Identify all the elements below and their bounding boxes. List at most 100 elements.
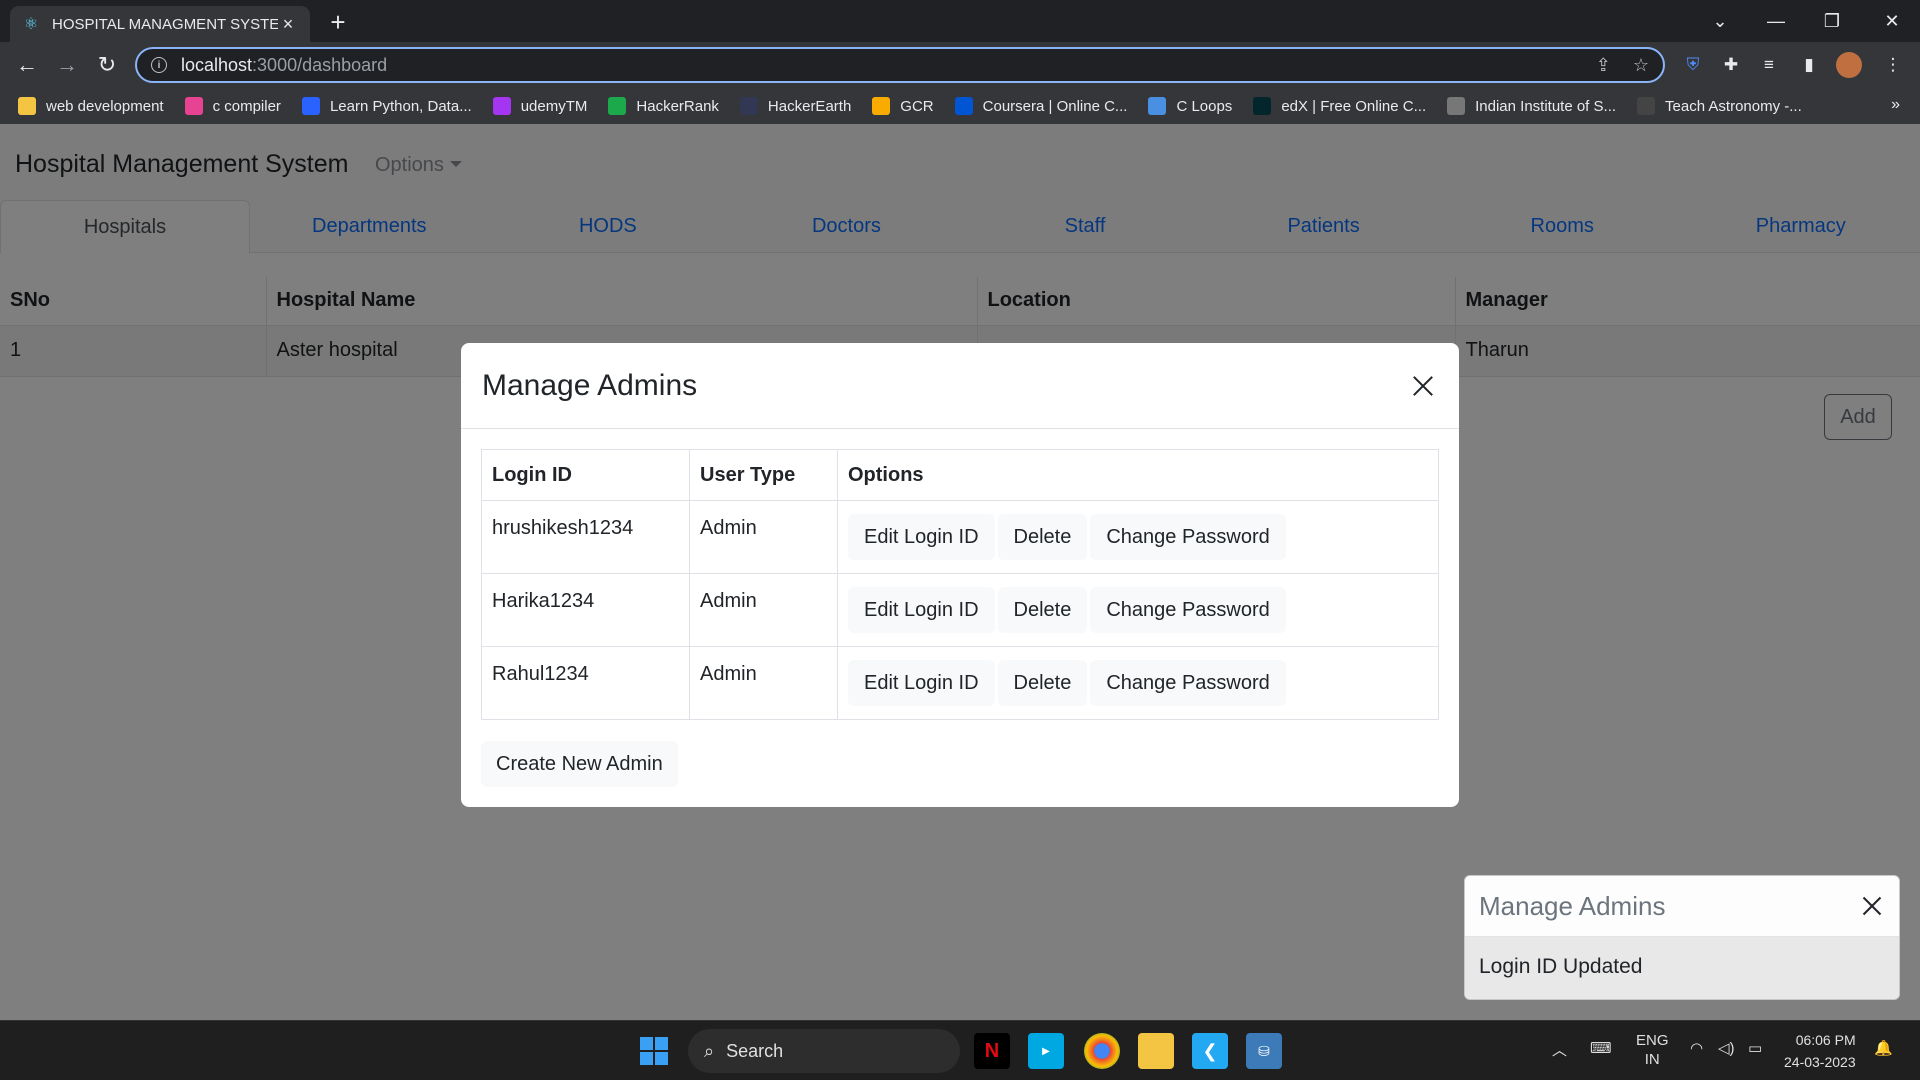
change-password-button[interactable]: Change Password	[1090, 514, 1286, 560]
bookmark-item[interactable]: udemyTM	[492, 97, 587, 115]
taskbar-search[interactable]: ⌕ Search	[688, 1029, 960, 1073]
toast-notification: Manage Admins Login ID Updated	[1464, 875, 1900, 1000]
delete-button[interactable]: Delete	[997, 660, 1088, 706]
bookmark-label: Indian Institute of S...	[1475, 97, 1617, 115]
windows-start-icon[interactable]	[640, 1037, 668, 1065]
toast-message: Login ID Updated	[1465, 937, 1899, 999]
reload-icon[interactable]: ↻	[92, 50, 122, 80]
page-content: Hospital Management System Options Hospi…	[0, 124, 1920, 1020]
browser-toolbar: ← → ↻ i localhost:3000/dashboard ⇪ ☆ ⛨ ✚…	[0, 42, 1920, 88]
tab-title: HOSPITAL MANAGMENT SYSTEM	[52, 15, 278, 33]
bookmark-item[interactable]: HackerEarth	[739, 97, 852, 115]
taskbar-search-label: Search	[726, 1040, 784, 1061]
delete-button[interactable]: Delete	[997, 514, 1088, 560]
toast-close-icon[interactable]	[1859, 893, 1885, 919]
bookmark-item[interactable]: edX | Free Online C...	[1253, 97, 1426, 115]
k-icon	[301, 97, 320, 115]
tab-close-icon[interactable]: ×	[278, 14, 298, 35]
menu-kebab-icon[interactable]: ⋮	[1880, 52, 1906, 78]
edit-login-id-button[interactable]: Edit Login ID	[848, 587, 995, 633]
hackerrank-icon	[608, 97, 627, 115]
side-panel-icon[interactable]: ▮	[1796, 52, 1822, 78]
bookmark-item[interactable]: web development	[18, 97, 164, 115]
user-type-cell: Admin	[689, 500, 838, 574]
ta-icon	[1637, 97, 1656, 115]
bookmark-item[interactable]: HackerRank	[608, 97, 719, 115]
bookmark-label: Coursera | Online C...	[982, 97, 1128, 115]
netflix-icon[interactable]: N	[974, 1033, 1010, 1069]
lang-bottom: IN	[1644, 1051, 1660, 1068]
share-icon[interactable]: ⇪	[1596, 55, 1611, 76]
media-queue-icon[interactable]: ≡	[1756, 52, 1782, 78]
user-type-cell: Admin	[689, 573, 838, 647]
toast-header: Manage Admins	[1465, 876, 1899, 937]
clock-date: 24-03-2023	[1784, 1054, 1856, 1070]
battery-icon[interactable]: ▭	[1748, 1039, 1762, 1057]
bookmark-item[interactable]: Learn Python, Data...	[301, 97, 472, 115]
tray-chevron-icon[interactable]: ︿	[1552, 1039, 1567, 1060]
close-window-button[interactable]: ✕	[1864, 0, 1920, 42]
create-new-admin-button[interactable]: Create New Admin	[481, 741, 678, 787]
login-id-cell: hrushikesh1234	[481, 500, 690, 574]
options-cell: Edit Login ID Delete Change Password	[837, 573, 1439, 647]
bookmark-label: GCR	[900, 97, 934, 115]
volume-icon[interactable]: ◁)	[1718, 1039, 1735, 1057]
clock-time: 06:06 PM	[1795, 1032, 1856, 1048]
profile-avatar-icon[interactable]	[1836, 52, 1862, 78]
chrome-icon[interactable]	[1084, 1033, 1120, 1069]
options-cell: Edit Login ID Delete Change Password	[837, 646, 1439, 720]
change-password-button[interactable]: Change Password	[1090, 587, 1286, 633]
vscode-icon[interactable]: ❮	[1192, 1033, 1228, 1069]
change-password-button[interactable]: Change Password	[1090, 660, 1286, 706]
wifi-icon[interactable]: ◠	[1690, 1039, 1703, 1057]
minimize-button[interactable]: —	[1748, 0, 1804, 42]
edit-login-id-button[interactable]: Edit Login ID	[848, 514, 995, 560]
forward-icon[interactable]: →	[52, 50, 82, 80]
bookmark-star-icon[interactable]: ☆	[1633, 55, 1649, 76]
bookmark-item[interactable]: Indian Institute of S...	[1447, 97, 1616, 115]
udemy-icon	[492, 97, 511, 115]
site-info-icon[interactable]: i	[151, 57, 167, 73]
mysql-workbench-icon[interactable]: ⛁	[1246, 1033, 1282, 1069]
bookmark-label: Learn Python, Data...	[329, 97, 472, 115]
column-header: Login ID	[481, 449, 690, 501]
bookmark-item[interactable]: Coursera | Online C...	[954, 97, 1128, 115]
edx-icon	[1253, 97, 1272, 115]
keyboard-icon[interactable]: ⌨	[1590, 1039, 1612, 1057]
search-icon: ⌕	[704, 1040, 715, 1061]
bookmark-item[interactable]: c compiler	[184, 97, 281, 115]
folder-icon	[18, 97, 36, 115]
clock[interactable]: 06:06 PM 24-03-2023	[1784, 1029, 1856, 1073]
browser-tab[interactable]: ⚛ HOSPITAL MANAGMENT SYSTEM ×	[10, 6, 310, 42]
bookmark-item[interactable]: GCR	[872, 97, 934, 115]
file-explorer-icon[interactable]	[1138, 1033, 1174, 1069]
back-icon[interactable]: ←	[12, 50, 42, 80]
tab-search-icon[interactable]: ⌄	[1692, 0, 1748, 42]
table-row: Rahul1234 Admin Edit Login ID Delete Change …	[481, 646, 1439, 720]
bookmark-label: HackerEarth	[767, 97, 852, 115]
edit-login-id-button[interactable]: Edit Login ID	[848, 660, 995, 706]
table-row: hrushikesh1234 Admin Edit Login ID Delete Ch…	[481, 500, 1439, 574]
modal-header: Manage Admins	[461, 343, 1459, 429]
windows-taskbar: ⌕ Search N ▶ ❮ ⛁ ︿ ⌨ ENG IN ◠ ◁) ▭ 06:06…	[0, 1020, 1920, 1080]
lang-top: ENG	[1636, 1032, 1669, 1049]
delete-button[interactable]: Delete	[997, 587, 1088, 633]
bookmark-item[interactable]: C Loops	[1148, 97, 1232, 115]
address-bar[interactable]: i localhost:3000/dashboard ⇪ ☆	[135, 47, 1665, 83]
bookmark-item[interactable]: Teach Astronomy -...	[1637, 97, 1802, 115]
restore-button[interactable]: ❐	[1804, 0, 1860, 42]
bookmarks-overflow-icon[interactable]: »	[1891, 96, 1900, 114]
extensions-puzzle-icon[interactable]: ✚	[1718, 52, 1744, 78]
prime-video-icon[interactable]: ▶	[1028, 1033, 1064, 1069]
column-header: Options	[837, 449, 1439, 501]
new-tab-button[interactable]: +	[322, 6, 354, 38]
c-compiler-icon	[184, 97, 203, 115]
login-id-cell: Rahul1234	[481, 646, 690, 720]
admins-table: Login ID User Type Options hrushikesh123…	[481, 449, 1439, 720]
notification-bell-icon[interactable]: 🔔	[1874, 1039, 1893, 1057]
diamond-icon	[1148, 97, 1167, 115]
close-icon[interactable]	[1408, 371, 1438, 401]
extension-shield-icon[interactable]: ⛨	[1680, 52, 1706, 78]
react-icon: ⚛	[23, 16, 39, 33]
language-indicator[interactable]: ENG IN	[1636, 1031, 1669, 1069]
